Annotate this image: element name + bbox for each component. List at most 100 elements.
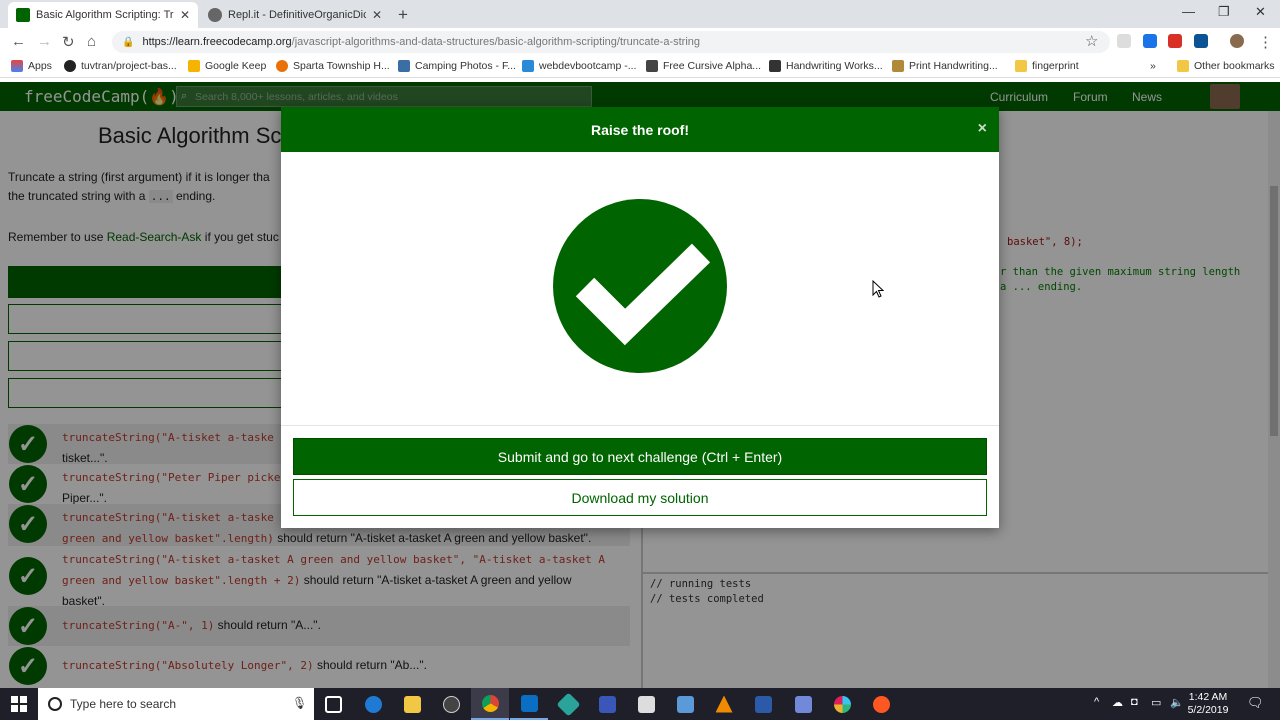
- tab-title: Basic Algorithm Scripting: Trunca: [36, 9, 174, 21]
- bookmark-camping[interactable]: Camping Photos - F...: [398, 60, 516, 72]
- submit-next-challenge-button[interactable]: Submit and go to next challenge (Ctrl + …: [293, 438, 987, 475]
- powershell-icon: [754, 695, 772, 713]
- bookmark-github[interactable]: tuvtran/project-bas...: [64, 60, 177, 72]
- bookmark-print-handwriting[interactable]: Print Handwriting...: [892, 60, 998, 72]
- tab-replit[interactable]: Repl.it - DefinitiveOrganicDiction ✕: [200, 2, 390, 28]
- apps-grid-icon: [11, 60, 23, 72]
- site-icon: [646, 60, 658, 72]
- lock-icon: 🔒: [122, 36, 135, 48]
- bookmark-star-icon[interactable]: ☆: [1085, 32, 1098, 50]
- taskbar-app[interactable]: [666, 688, 704, 720]
- taskbar-obs[interactable]: [432, 688, 470, 720]
- extension-icon[interactable]: [1143, 34, 1157, 48]
- task-view-button[interactable]: [314, 688, 352, 720]
- tray-chevron-icon[interactable]: ^: [1094, 696, 1099, 708]
- window-close-icon[interactable]: ✕: [1255, 4, 1266, 20]
- onedrive-icon[interactable]: ☁: [1112, 696, 1123, 709]
- bookmark-fingerprint[interactable]: fingerprint: [1015, 60, 1079, 72]
- vlc-icon: [715, 695, 733, 713]
- app-icon: [676, 695, 694, 713]
- modal-header: Raise the roof! ×: [281, 107, 999, 152]
- windows-taskbar: Type here to search 🎙 ^ ☁ ◘ ▭ 🔈 1:42 AM …: [0, 688, 1280, 720]
- bookmark-cursive[interactable]: Free Cursive Alpha...: [646, 60, 761, 72]
- back-icon[interactable]: ←: [11, 33, 26, 50]
- bookmark-google-keep[interactable]: Google Keep: [188, 60, 266, 72]
- bookmark-label: Other bookmarks: [1194, 60, 1275, 72]
- restore-icon[interactable]: ❐: [1218, 4, 1230, 20]
- taskbar-slack[interactable]: [823, 688, 861, 720]
- extension-icon[interactable]: [1194, 34, 1208, 48]
- bookmark-label: Camping Photos - F...: [415, 60, 516, 72]
- taskbar-powershell[interactable]: [744, 688, 782, 720]
- forward-icon[interactable]: →: [37, 33, 52, 50]
- bookmark-label: fingerprint: [1032, 60, 1079, 72]
- download-solution-button[interactable]: Download my solution: [293, 479, 987, 516]
- profile-avatar-icon[interactable]: [1230, 34, 1244, 48]
- folder-icon: [1177, 60, 1189, 72]
- tray-app-icon[interactable]: ◘: [1131, 696, 1138, 708]
- taskbar-edge[interactable]: [354, 688, 392, 720]
- taskbar-vscode[interactable]: [510, 688, 548, 720]
- bookmark-apps[interactable]: Apps: [11, 60, 52, 72]
- microphone-icon[interactable]: 🎙: [292, 696, 307, 710]
- taskbar-gitkraken[interactable]: [549, 688, 587, 720]
- taskbar-discord[interactable]: [784, 688, 822, 720]
- bookmarks-overflow-icon[interactable]: »: [1150, 60, 1156, 72]
- reload-icon[interactable]: ↻: [62, 33, 75, 51]
- sparta-icon: [276, 60, 288, 72]
- url-host: https://learn.freecodecamp.org: [142, 36, 292, 48]
- tab-freecodecamp[interactable]: Basic Algorithm Scripting: Trunca ✕: [8, 2, 198, 28]
- cortana-icon: [48, 697, 62, 711]
- bookmark-label: webdevbootcamp -...: [539, 60, 637, 72]
- modal-divider: [281, 425, 999, 426]
- menu-dots-icon[interactable]: ⋮: [1258, 33, 1273, 51]
- bookmark-label: Sparta Township H...: [293, 60, 390, 72]
- git-icon: [555, 691, 581, 717]
- folder-icon: [1015, 60, 1027, 72]
- bookmark-label: Free Cursive Alpha...: [663, 60, 762, 72]
- bookmark-label: Handwriting Works...: [786, 60, 883, 72]
- app-icon: [872, 695, 890, 713]
- taskbar-calculator[interactable]: [627, 688, 665, 720]
- site-icon: [892, 60, 904, 72]
- tab-bar: Basic Algorithm Scripting: Trunca ✕ Repl…: [0, 0, 1280, 28]
- taskbar-file-explorer[interactable]: [393, 688, 431, 720]
- obs-icon: [442, 695, 460, 713]
- bookmark-handwriting-works[interactable]: Handwriting Works...: [769, 60, 883, 72]
- taskbar-clock[interactable]: 1:42 AM 5/2/2019: [1182, 691, 1234, 717]
- modal-close-icon[interactable]: ×: [978, 120, 987, 138]
- taskbar-app[interactable]: [588, 688, 626, 720]
- mouse-cursor-icon: [872, 280, 884, 298]
- success-check-icon: [553, 199, 727, 373]
- url-path: /javascript-algorithms-and-data-structur…: [291, 36, 701, 48]
- taskbar-chrome[interactable]: [471, 688, 509, 720]
- search-placeholder: Type here to search: [70, 697, 177, 711]
- grad-cap-icon: [769, 60, 781, 72]
- url-field[interactable]: 🔒 https://learn.freecodecamp.org /javasc…: [112, 31, 1110, 53]
- bookmark-sparta[interactable]: Sparta Township H...: [276, 60, 390, 72]
- tab-close-icon[interactable]: ✕: [372, 8, 382, 22]
- calculator-icon: [637, 695, 655, 713]
- keep-icon: [188, 60, 200, 72]
- extension-icon[interactable]: [1117, 34, 1131, 48]
- gmail-extension-icon[interactable]: [1168, 34, 1182, 48]
- clock-date: 5/2/2019: [1187, 704, 1229, 716]
- completion-modal: Raise the roof! × Submit and go to next …: [281, 107, 999, 528]
- network-icon[interactable]: ▭: [1151, 696, 1161, 709]
- tab-title: Repl.it - DefinitiveOrganicDiction: [228, 9, 366, 21]
- taskbar-search-input[interactable]: Type here to search 🎙: [38, 688, 314, 720]
- taskbar-vlc[interactable]: [705, 688, 743, 720]
- tab-close-icon[interactable]: ✕: [180, 8, 190, 22]
- notifications-icon[interactable]: 🗨: [1247, 695, 1264, 711]
- minimize-icon[interactable]: —: [1182, 4, 1195, 19]
- address-bar-row: ← → ↻ ⌂ 🔒 https://learn.freecodecamp.org…: [0, 28, 1280, 56]
- bookmark-other[interactable]: Other bookmarks: [1177, 60, 1275, 72]
- taskbar-app[interactable]: [862, 688, 900, 720]
- bookmark-label: tuvtran/project-bas...: [81, 60, 177, 72]
- start-button[interactable]: [0, 688, 38, 720]
- clock-time: 1:42 AM: [1188, 691, 1228, 703]
- vscode-icon: [520, 694, 538, 712]
- home-icon[interactable]: ⌂: [87, 33, 96, 50]
- bookmark-webdevbootcamp[interactable]: webdevbootcamp -...: [522, 60, 636, 72]
- new-tab-icon[interactable]: +: [398, 5, 408, 25]
